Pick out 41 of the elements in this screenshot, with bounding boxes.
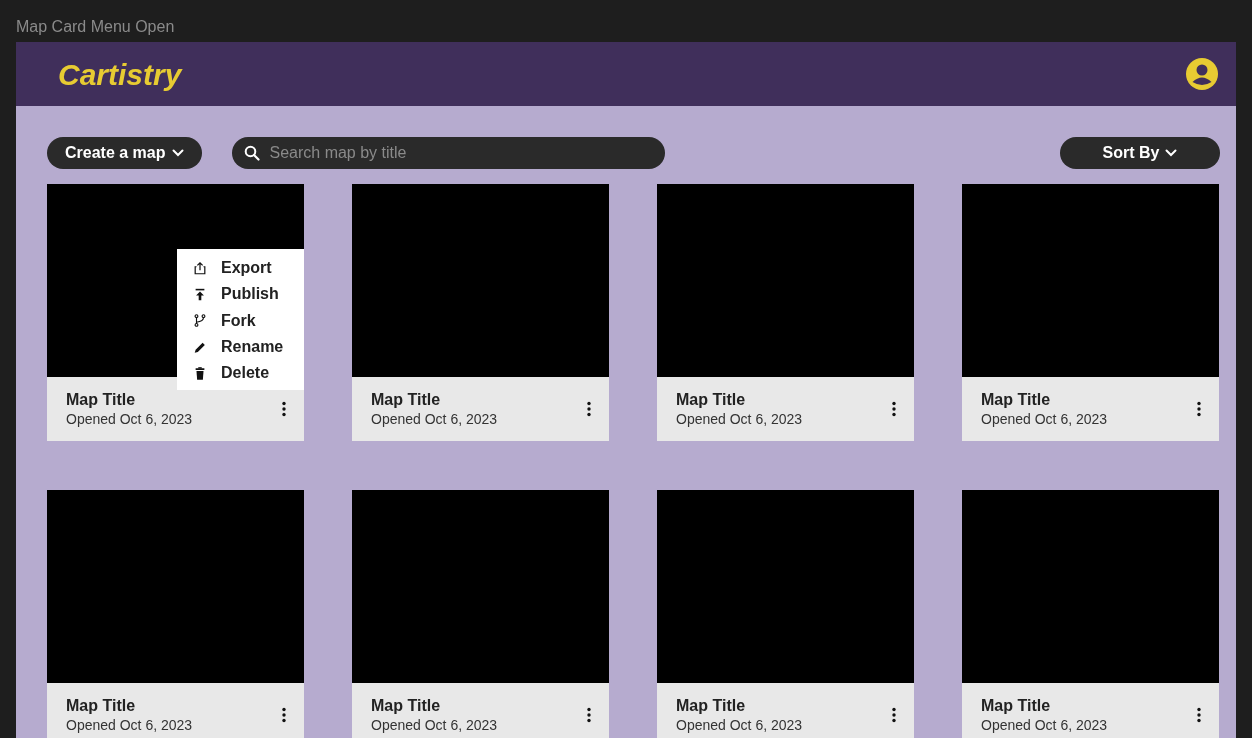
opened-date: Opened Oct 6, 2023 — [66, 410, 193, 428]
more-vertical-icon — [1197, 707, 1201, 723]
menu-item[interactable]: Rename — [193, 333, 284, 361]
map-title: Map Title — [66, 390, 137, 410]
opened-date: Opened Oct 6, 2023 — [981, 716, 1108, 734]
map-title: Map Title — [981, 390, 1052, 410]
opened-date: Opened Oct 6, 2023 — [676, 716, 803, 734]
map-title: Map Title — [981, 696, 1052, 716]
more-vertical-icon — [282, 707, 286, 723]
account-icon[interactable] — [1186, 58, 1218, 90]
more-vertical-icon — [587, 707, 591, 723]
chevron-down-icon — [171, 149, 184, 157]
opened-date: Opened Oct 6, 2023 — [371, 716, 498, 734]
more-vertical-icon — [892, 707, 896, 723]
window-title: Map Card Menu Open — [16, 17, 176, 37]
map-title: Map Title — [371, 390, 442, 410]
map-title: Map Title — [676, 390, 747, 410]
app-logo: Cartistry — [58, 56, 182, 93]
fork-icon — [193, 313, 207, 329]
trash-icon — [193, 365, 207, 381]
more-vertical-icon — [587, 401, 591, 417]
opened-date: Opened Oct 6, 2023 — [371, 410, 498, 428]
menu-item[interactable]: Delete — [193, 360, 270, 387]
more-vertical-icon — [1197, 401, 1201, 417]
menu-item[interactable]: Export — [193, 255, 272, 282]
chevron-down-icon — [1165, 149, 1178, 157]
opened-date: Opened Oct 6, 2023 — [676, 410, 803, 428]
menu-item[interactable]: Publish — [193, 281, 279, 308]
sort-button[interactable]: Sort By — [1060, 137, 1220, 169]
menu-item[interactable]: Fork — [193, 307, 256, 334]
share-icon — [193, 260, 207, 276]
map-title: Map Title — [371, 696, 442, 716]
upload-icon — [193, 286, 207, 302]
map-title: Map Title — [66, 696, 137, 716]
opened-date: Opened Oct 6, 2023 — [981, 410, 1108, 428]
create-map-button[interactable]: Create a map — [47, 137, 202, 169]
search-field[interactable]: Search map by title — [231, 137, 665, 169]
opened-date: Opened Oct 6, 2023 — [66, 716, 193, 734]
more-vertical-icon — [892, 401, 896, 417]
more-vertical-icon — [282, 401, 286, 417]
map-title: Map Title — [676, 696, 747, 716]
